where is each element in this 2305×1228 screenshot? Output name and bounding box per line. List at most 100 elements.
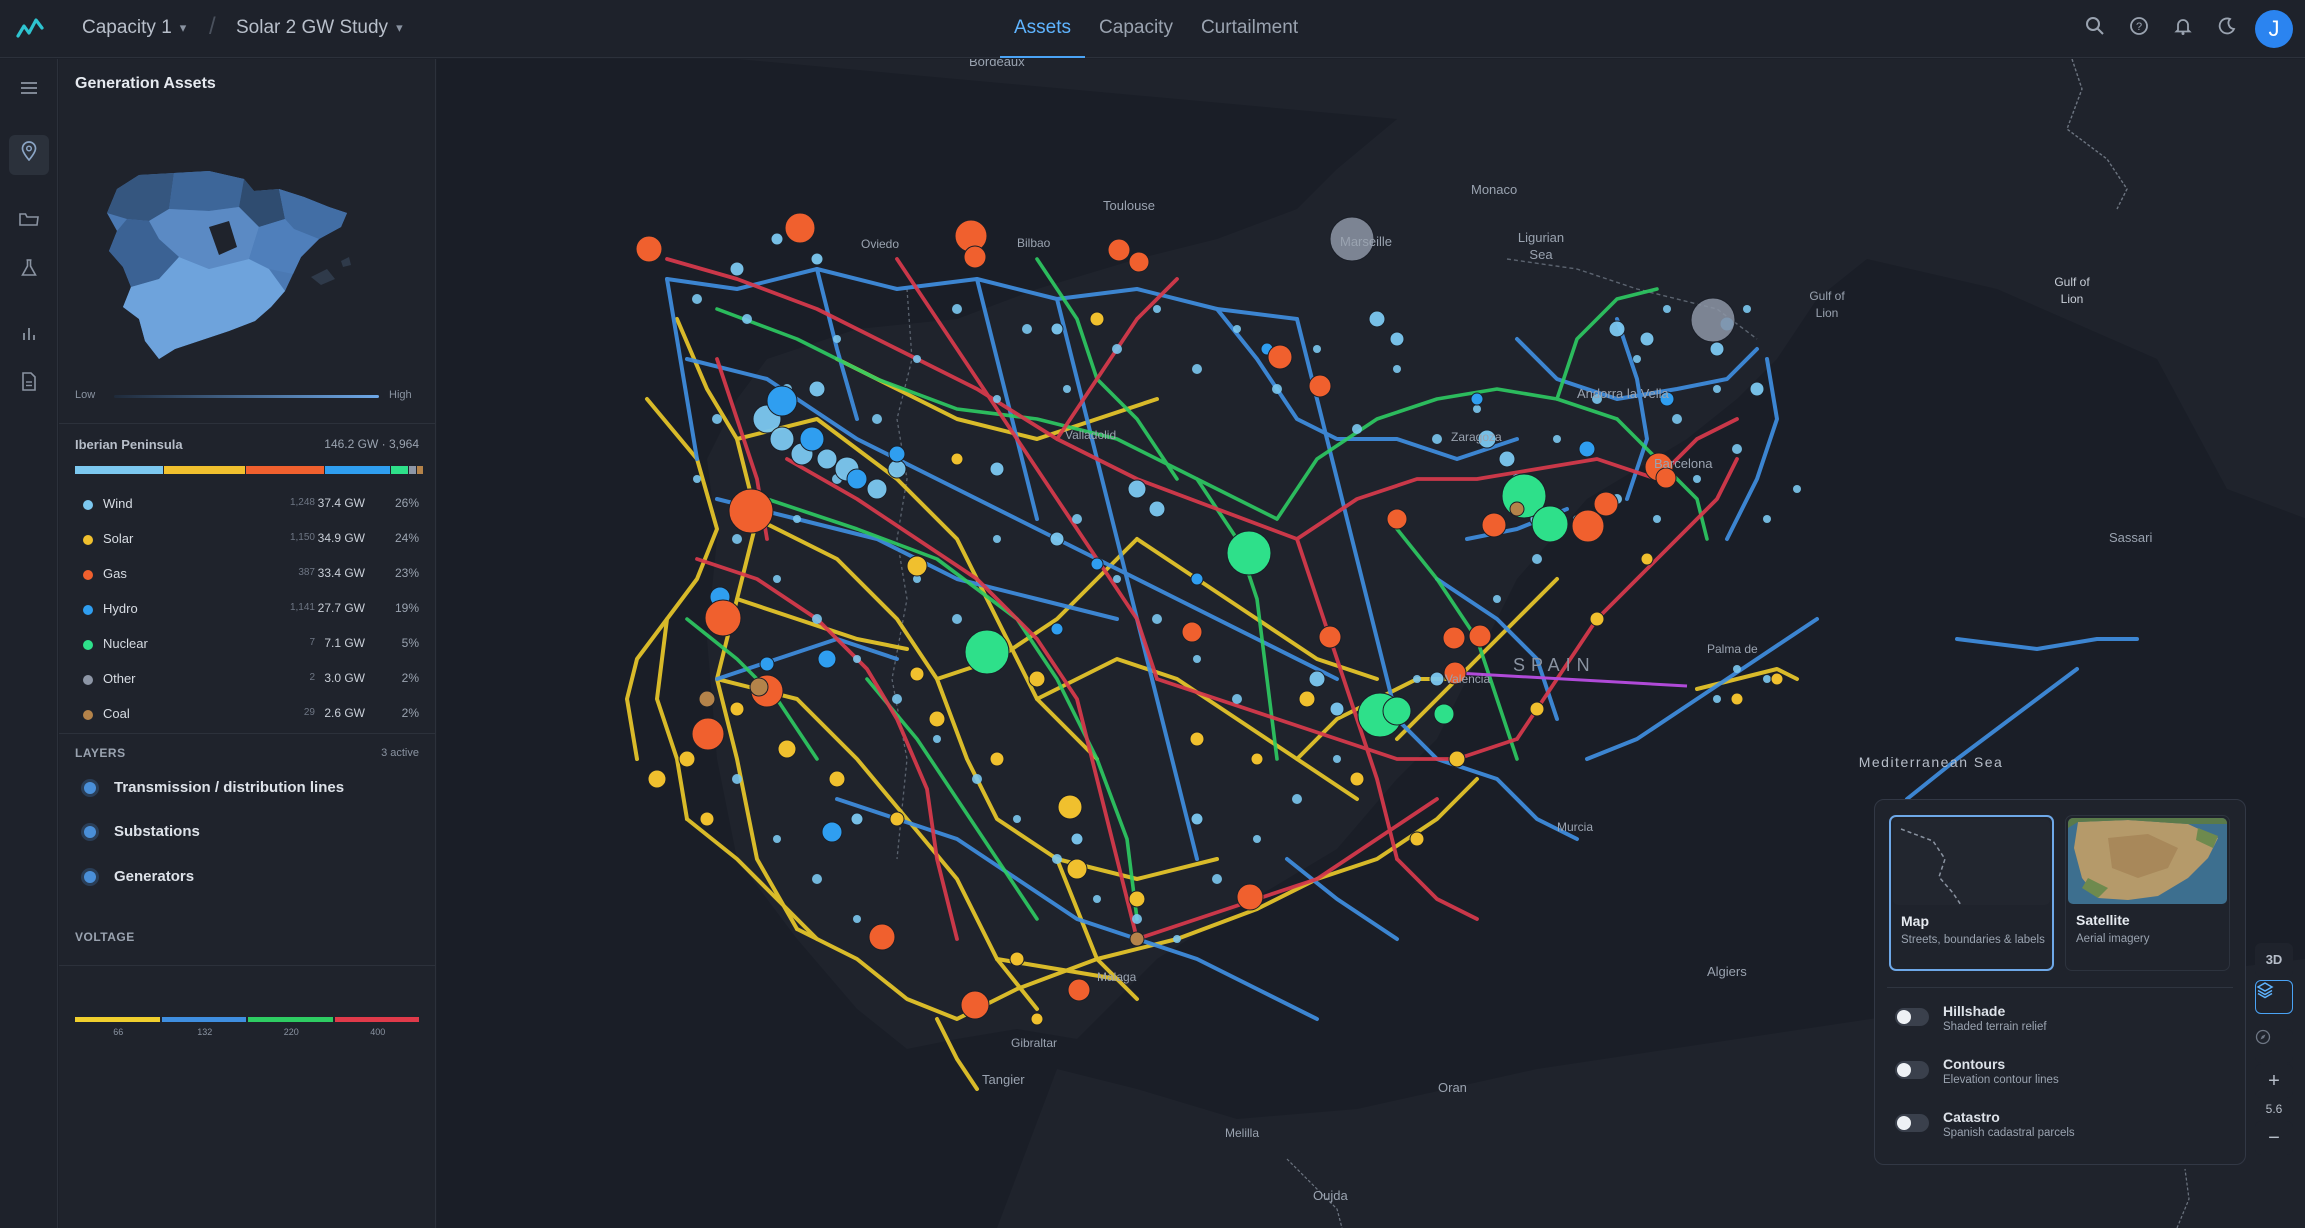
fuel-row-other[interactable]: Other 2 3.0 GW 2% — [75, 666, 425, 701]
toggle-knob — [1897, 1116, 1911, 1130]
layers-button[interactable] — [2255, 980, 2293, 1014]
fuel-name: Hydro — [103, 601, 138, 616]
fuel-count: 2 — [309, 672, 315, 683]
place-label: Ligurian Sea — [1517, 230, 1565, 262]
place-label: Barcelona — [1654, 456, 1713, 471]
zoom-in-button[interactable]: + — [2255, 1064, 2293, 1098]
fuel-row-nuclear[interactable]: Nuclear 7 7.1 GW 5% — [75, 631, 425, 666]
place-label: Gibraltar — [1011, 1036, 1058, 1050]
fuel-capacity: 7.1 GW — [324, 636, 365, 650]
breadcrumb-separator: / — [209, 13, 216, 40]
fuel-name: Nuclear — [103, 636, 148, 651]
voltage-swatch-400 — [334, 1017, 419, 1022]
fuel-share: 24% — [394, 531, 419, 545]
project-selector[interactable]: Capacity 1 ▾ — [82, 17, 186, 39]
fuel-share: 2% — [401, 671, 419, 685]
generation-assets-panel: Generation Assets Low High Iberian Penin… — [59, 59, 436, 1228]
moon-icon[interactable] — [2205, 16, 2249, 42]
fuel-row-coal[interactable]: Coal 29 2.6 GW 2% — [75, 701, 425, 736]
layers-heading: LAYERS — [75, 746, 126, 760]
fuel-share: 19% — [394, 601, 419, 615]
overlay-title: Contours — [1943, 1056, 2006, 1072]
search-icon[interactable] — [2073, 16, 2117, 42]
fuel-name: Solar — [103, 531, 134, 546]
folder-icon[interactable] — [9, 201, 49, 241]
fuel-row-hydro[interactable]: Hydro 1,141 27.7 GW 19% — [75, 596, 425, 631]
overlay-title: Hillshade — [1943, 1003, 2006, 1019]
tab-curtailment[interactable]: Curtailment — [1187, 0, 1312, 58]
voltage-legend-bar — [75, 1017, 421, 1022]
voltage-swatch-132 — [161, 1017, 246, 1022]
fuel-count: 7 — [309, 637, 315, 648]
document-icon[interactable] — [9, 365, 49, 405]
map-canvas[interactable]: Bordeaux Toulouse Marseille Monaco Ligur… — [437, 59, 2305, 1228]
fuel-row-solar[interactable]: Solar 1,150 34.9 GW 24% — [75, 526, 425, 561]
help-icon[interactable]: ? — [2117, 16, 2161, 42]
fuel-count: 387 — [298, 567, 315, 578]
place-label: Murcia — [1557, 820, 1594, 834]
fuel-count: 1,150 — [289, 532, 315, 543]
map-pin-icon[interactable] — [9, 135, 49, 175]
basemap-option-subtitle: Aerial imagery — [2076, 933, 2150, 945]
fuel-count: 1,248 — [289, 497, 315, 508]
study-name: Solar 2 GW Study — [236, 17, 389, 38]
generation-mix-bar — [75, 466, 425, 474]
place-label: Gulf of Lion — [1809, 289, 1845, 320]
fuel-dot — [83, 500, 93, 510]
fuel-row-gas[interactable]: Gas 387 33.4 GW 23% — [75, 561, 425, 596]
place-label: Marseille — [1340, 234, 1393, 249]
mix-segment-gas — [246, 466, 324, 474]
place-label: Andorra la Vella — [1577, 386, 1669, 401]
fuel-count: 29 — [303, 707, 315, 718]
zoom-out-button[interactable]: − — [2255, 1121, 2293, 1155]
layer-generators[interactable]: Generators — [75, 860, 425, 896]
overlay-subtitle: Shaded terrain relief — [1943, 1021, 2047, 1033]
basemap-option-satellite[interactable]: Satellite Aerial imagery — [2065, 815, 2230, 971]
mix-segment-nuclear — [391, 466, 408, 474]
layers-icon — [2256, 982, 2274, 999]
zoom-level-readout: 5.6 — [2265, 1102, 2283, 1116]
toggle-knob — [1897, 1010, 1911, 1024]
fuel-row-wind[interactable]: Wind 1,248 37.4 GW 26% — [75, 491, 425, 526]
tab-assets[interactable]: Assets — [1000, 0, 1086, 58]
place-label: Bordeaux — [969, 59, 1025, 69]
fuel-dot — [83, 675, 93, 685]
user-avatar[interactable]: J — [2255, 10, 2293, 48]
basemap-option-map[interactable]: Map Streets, boundaries & labels — [1889, 815, 2054, 971]
main-tabs: Assets Capacity Curtailment — [1000, 0, 1312, 58]
fuel-name: Other — [103, 671, 136, 686]
place-label: Gulf of Lion — [2054, 275, 2090, 306]
layer-substations[interactable]: Substations — [75, 815, 425, 851]
layers-active-count: 3 active — [381, 747, 419, 759]
menu-icon[interactable] — [9, 69, 49, 109]
3d-toggle-button[interactable]: 3D — [2255, 943, 2293, 977]
compass-button[interactable] — [2255, 1029, 2293, 1063]
fuel-capacity: 27.7 GW — [317, 601, 365, 615]
overlay-hillshade[interactable]: Hillshade Shaded terrain relief — [1895, 1000, 2225, 1040]
flask-icon[interactable] — [9, 251, 49, 291]
place-label: Melilla — [1225, 1126, 1260, 1140]
tab-capacity[interactable]: Capacity — [1085, 0, 1187, 58]
chevron-down-icon: ▾ — [179, 20, 187, 35]
overlay-catastro[interactable]: Catastro Spanish cadastral parcels — [1895, 1106, 2225, 1146]
fuel-share: 26% — [394, 496, 419, 510]
bar-chart-icon[interactable] — [9, 315, 49, 355]
study-selector[interactable]: Solar 2 GW Study ▾ — [236, 17, 403, 39]
place-label: Oujda — [1313, 1188, 1348, 1203]
bell-icon[interactable] — [2161, 16, 2205, 42]
app-logo-icon[interactable] — [16, 16, 44, 42]
card-divider — [1887, 987, 2233, 988]
layer-transmission-lines[interactable]: Transmission / distribution lines — [75, 771, 425, 807]
basemap-switcher: Map Streets, boundaries & labels Satelli… — [1874, 799, 2246, 1165]
mix-segment-wind — [75, 466, 163, 474]
regional-minimap[interactable] — [79, 109, 399, 429]
catastro-toggle[interactable] — [1895, 1114, 1929, 1132]
contours-toggle[interactable] — [1895, 1061, 1929, 1079]
hillshade-toggle[interactable] — [1895, 1008, 1929, 1026]
overlay-contours[interactable]: Contours Elevation contour lines — [1895, 1053, 2225, 1093]
layer-label: Substations — [114, 823, 200, 840]
place-label: Palma de — [1707, 642, 1758, 656]
voltage-swatch-66 — [75, 1017, 160, 1022]
basemap-option-subtitle: Streets, boundaries & labels — [1901, 934, 2045, 946]
fuel-capacity: 37.4 GW — [317, 496, 365, 510]
